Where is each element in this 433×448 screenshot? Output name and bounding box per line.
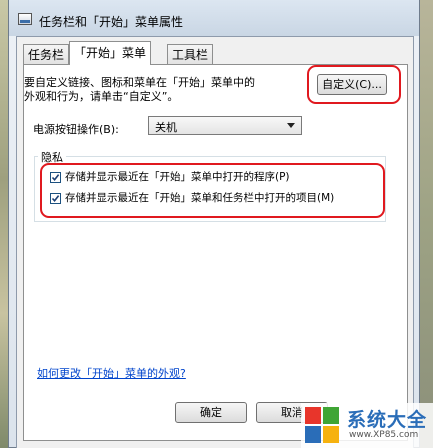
desktop-background-right (420, 0, 433, 448)
logo-quadrant (323, 407, 339, 424)
privacy-option-label: 存储并显示最近在「开始」菜单和任务栏中打开的项目(M) (65, 192, 335, 204)
tab-toolbars[interactable]: 工具栏 (167, 44, 214, 64)
logo-quadrant (305, 426, 321, 443)
desktop-background-left (0, 0, 8, 448)
windows-logo-icon (305, 405, 341, 445)
checkbox-checked-icon[interactable] (50, 193, 61, 204)
window-title: 任务栏和「开始」菜单属性 (39, 15, 184, 29)
privacy-option-recent-items[interactable]: 存储并显示最近在「开始」菜单和任务栏中打开的项目(M) (50, 192, 334, 206)
watermark-name: 系统大全 (347, 409, 428, 431)
privacy-option-recent-programs[interactable]: 存储并显示最近在「开始」菜单中打开的程序(P) (50, 171, 290, 185)
title-bar[interactable]: 任务栏和「开始」菜单属性 (9, 0, 419, 36)
logo-quadrant (305, 407, 321, 424)
privacy-group (34, 156, 386, 222)
power-button-dropdown[interactable]: 关机 (148, 116, 302, 135)
privacy-option-label: 存储并显示最近在「开始」菜单中打开的程序(P) (65, 171, 290, 183)
power-button-label: 电源按钮操作(B): (33, 123, 119, 136)
ok-button[interactable]: 确定 (175, 402, 247, 423)
checkbox-checked-icon[interactable] (50, 172, 61, 183)
taskbar-properties-icon (18, 13, 32, 25)
power-button-value: 关机 (155, 121, 177, 134)
privacy-group-title: 隐私 (38, 149, 66, 165)
tab-start-menu[interactable]: 「开始」菜单 (69, 41, 152, 65)
description-line-2: 外观和行为，请单击“自定义”。 (24, 90, 179, 103)
customize-button[interactable]: 自定义(C)... (317, 74, 387, 95)
start-menu-help-link[interactable]: 如何更改「开始」菜单的外观? (37, 365, 186, 381)
watermark-url: www.XP85.com (349, 430, 419, 440)
description-line-1: 要自定义链接、图标和菜单在「开始」菜单中的 (24, 76, 255, 89)
site-watermark: 系统大全 www.XP85.com (301, 403, 433, 448)
customize-description: 要自定义链接、图标和菜单在「开始」菜单中的 外观和行为，请单击“自定义”。 (24, 76, 294, 104)
chevron-down-icon (287, 123, 295, 128)
tab-taskbar[interactable]: 任务栏 (23, 44, 70, 64)
logo-quadrant (323, 426, 339, 443)
